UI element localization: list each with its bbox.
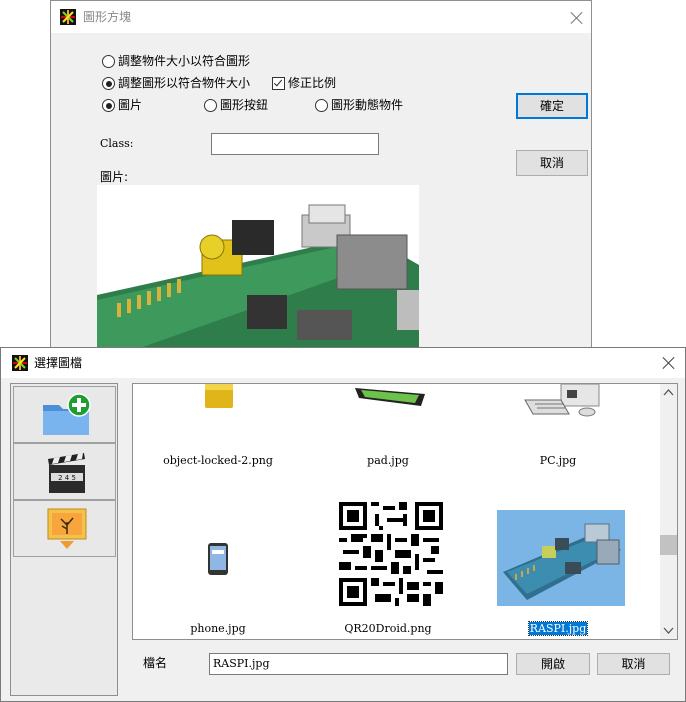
- picture-preview: [97, 185, 419, 349]
- choose-image-dialog: 選擇圖檔 2 4 5 object-locked-2.png pad.jpg P…: [0, 347, 686, 702]
- radio-picture[interactable]: [102, 99, 115, 112]
- radio-picture-label: 圖片: [118, 98, 143, 112]
- window-title: 圖形方塊: [83, 10, 132, 24]
- vertical-scrollbar[interactable]: [660, 384, 677, 639]
- open-button[interactable]: 開啟: [516, 653, 590, 675]
- radio-fit-object[interactable]: [102, 77, 115, 90]
- scroll-up-arrow-icon[interactable]: [663, 388, 674, 396]
- phone-icon: [208, 543, 228, 575]
- radio-fit-object-label: 調整圖形以符合物件大小: [118, 76, 251, 90]
- class-input[interactable]: [211, 133, 379, 155]
- file-name: phone.jpg: [190, 622, 246, 635]
- file-item[interactable]: PC.jpg: [473, 384, 643, 474]
- app-icon: [60, 9, 76, 25]
- picture-label: 圖片:: [100, 170, 129, 184]
- close-icon[interactable]: [570, 11, 584, 25]
- class-label: Class:: [100, 137, 134, 150]
- lock-icon: [205, 384, 233, 408]
- radio-fit-graphic-label: 調整物件大小以符合圖形: [118, 54, 251, 68]
- keep-ratio-checkbox[interactable]: [272, 77, 285, 90]
- radio-graphic-animated[interactable]: [315, 99, 328, 112]
- filename-input[interactable]: RASPI.jpg: [209, 653, 508, 675]
- file-item[interactable]: object-locked-2.png: [133, 384, 303, 474]
- radio-graphic-button-label: 圖形按鈕: [220, 98, 269, 112]
- clapper-board-icon: 2 4 5: [48, 453, 85, 493]
- file-name: PC.jpg: [539, 454, 577, 467]
- radio-graphic-animated-label: 圖形動態物件: [331, 98, 404, 112]
- file-item[interactable]: phone.jpg: [133, 494, 303, 639]
- file-cancel-button[interactable]: 取消: [597, 653, 670, 675]
- video-button[interactable]: 2 4 5: [13, 443, 116, 500]
- shortcut-panel: 2 4 5: [10, 383, 118, 696]
- file-name: pad.jpg: [367, 454, 409, 467]
- cancel-button[interactable]: 取消: [516, 150, 588, 176]
- filename-label: 檔名: [143, 656, 168, 670]
- add-folder-button[interactable]: [13, 386, 116, 443]
- image-icon: [47, 508, 87, 549]
- add-folder-icon: [43, 393, 91, 435]
- file-name: object-locked-2.png: [163, 454, 273, 467]
- scroll-thumb[interactable]: [660, 535, 677, 555]
- radio-fit-graphic[interactable]: [102, 55, 115, 68]
- file-dialog-title-bar: 選擇圖檔: [1, 348, 685, 378]
- pc-icon: [524, 384, 600, 417]
- keep-ratio-label: 修正比例: [288, 76, 337, 90]
- ok-button[interactable]: 確定: [516, 93, 588, 119]
- file-name: RASPI.jpg: [473, 621, 643, 636]
- scroll-down-arrow-icon[interactable]: [663, 627, 674, 635]
- file-dialog-title: 選擇圖檔: [34, 356, 83, 370]
- file-name: QR20Droid.png: [344, 622, 432, 635]
- file-item[interactable]: pad.jpg: [303, 384, 473, 474]
- file-name-selected: RASPI.jpg: [527, 621, 589, 636]
- file-grid: object-locked-2.png pad.jpg PC.jpg phone…: [132, 383, 678, 640]
- image-button[interactable]: [13, 500, 116, 557]
- app-icon: [12, 355, 28, 371]
- raspi-thumbnail: [497, 510, 625, 606]
- file-item-selected[interactable]: RASPI.jpg: [473, 494, 643, 639]
- clapper-digits: 2 4 5: [58, 474, 76, 482]
- close-icon[interactable]: [662, 356, 676, 370]
- graphic-block-dialog: 圖形方塊 調整物件大小以符合圖形 調整圖形以符合物件大小 修正比例 圖片 圖形按…: [50, 0, 592, 360]
- title-bar: 圖形方塊: [51, 1, 591, 33]
- qr-code-image: [339, 502, 443, 606]
- radio-graphic-button[interactable]: [204, 99, 217, 112]
- filename-input-value: RASPI.jpg: [213, 657, 270, 670]
- tablet-icon: [355, 388, 425, 406]
- file-item[interactable]: QR20Droid.png: [303, 494, 473, 639]
